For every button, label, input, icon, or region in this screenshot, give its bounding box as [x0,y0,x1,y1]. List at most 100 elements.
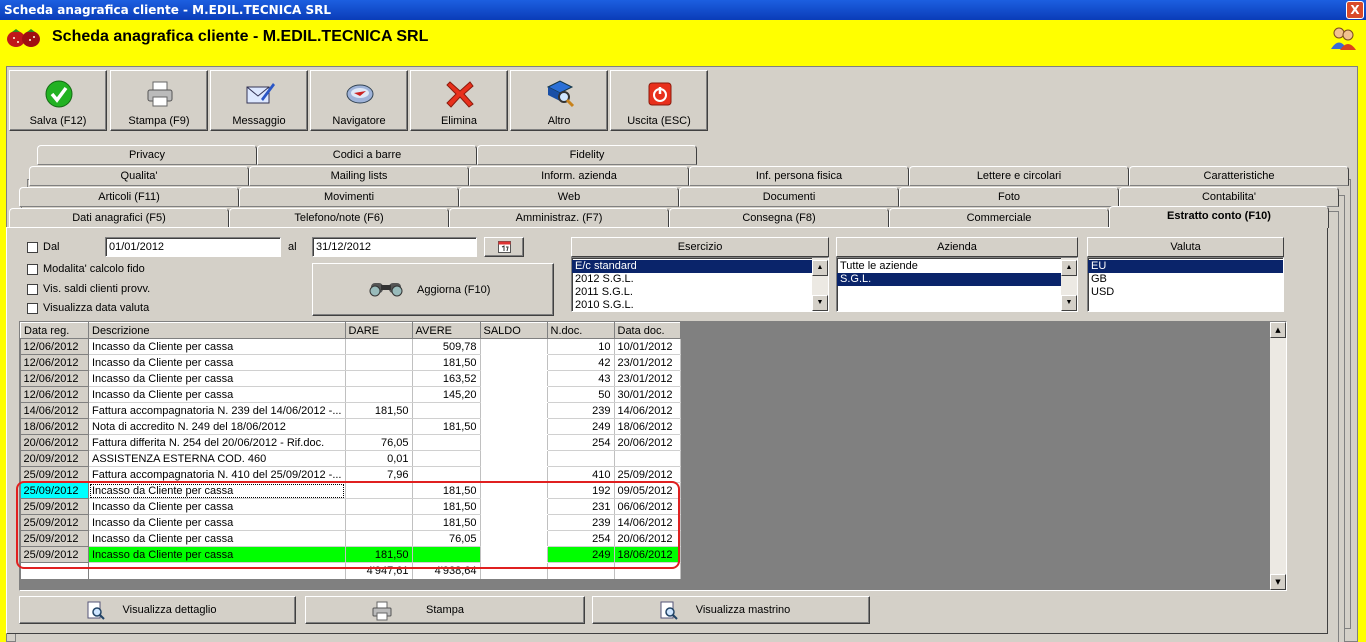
cell-saldo[interactable] [480,530,548,547]
table-row[interactable]: 12/06/2012 Incasso da Cliente per cassa 16… [20,370,681,387]
tab-foto[interactable]: Foto [899,187,1119,207]
scroll-up-arrow-icon[interactable]: ▲ [1061,260,1077,276]
cell-saldo[interactable] [480,386,548,403]
cell-ndoc[interactable]: 192 [547,482,615,499]
table-row[interactable]: 25/09/2012 Incasso da Cliente per cassa 76… [20,530,681,547]
tab-codici-a-barre[interactable]: Codici a barre [257,145,477,165]
cell-ndoc[interactable]: 410 [547,466,615,483]
cell-ndoc[interactable]: 231 [547,498,615,515]
cell-data-reg[interactable]: 18/06/2012 [20,418,89,435]
cell-data-reg[interactable]: 20/06/2012 [20,434,89,451]
tab-dati-anagrafici[interactable]: Dati anagrafici (F5) [9,208,229,228]
table-row[interactable]: 14/06/2012 Fattura accompagnatoria N. 239… [20,402,681,419]
cell-data-doc[interactable]: 18/06/2012 [614,418,681,435]
tab-inform-azienda[interactable]: Inform. azienda [469,166,689,186]
other-button[interactable]: Altro [510,70,608,131]
esercizio-list[interactable]: E/c standard 2012 S.G.L. 2011 S.G.L. 201… [571,257,829,312]
esercizio-item[interactable]: E/c standard [572,260,812,273]
cell-avere[interactable]: 163,52 [412,370,481,387]
dal-checkbox[interactable] [27,242,38,253]
exit-button[interactable]: Uscita (ESC) [610,70,708,131]
cell-dare[interactable] [345,370,413,387]
cell-avere[interactable] [412,450,481,467]
tab-qualita[interactable]: Qualita' [29,166,249,186]
col-header-avere[interactable]: AVERE [411,322,481,339]
table-row[interactable]: 20/06/2012 Fattura differita N. 254 del 2… [20,434,681,451]
cell-data-doc[interactable]: 30/01/2012 [614,386,681,403]
cell-ndoc[interactable]: 254 [547,530,615,547]
cell-data-doc[interactable]: 10/01/2012 [614,338,681,355]
vis-data-valuta-checkbox[interactable] [27,303,38,314]
cell-data-reg[interactable]: 14/06/2012 [20,402,89,419]
table-row[interactable]: 25/09/2012 Incasso da Cliente per cassa 18… [20,546,681,563]
cell-data-doc[interactable]: 14/06/2012 [614,402,681,419]
cell-dare[interactable] [345,386,413,403]
table-row[interactable]: 25/09/2012 Incasso da Cliente per cassa 18… [20,514,681,531]
cell-avere[interactable] [412,402,481,419]
cell-data-reg[interactable]: 25/09/2012 [20,530,89,547]
visualizza-mastrino-button[interactable]: Visualizza mastrino [592,596,870,624]
esercizio-item[interactable]: 2011 S.G.L. [572,286,812,299]
cell-saldo[interactable] [480,370,548,387]
cell-data-doc[interactable]: 14/06/2012 [614,514,681,531]
cell-descrizione[interactable]: Incasso da Cliente per cassa [88,530,346,547]
cell-saldo[interactable] [480,338,548,355]
aggiorna-button[interactable]: Aggiorna (F10) [312,263,554,316]
table-row[interactable]: 20/09/2012 ASSISTENZA ESTERNA COD. 460 0,0… [20,450,681,467]
cell-saldo[interactable] [480,434,548,451]
table-row[interactable]: 25/09/2012 Incasso da Cliente per cassa 18… [20,498,681,515]
valuta-item[interactable]: USD [1088,286,1283,299]
tab-lettere-circolari[interactable]: Lettere e circolari [909,166,1129,186]
scroll-up-arrow-icon[interactable]: ▲ [812,260,828,276]
cell-descrizione[interactable]: Nota di accredito N. 249 del 18/06/2012 [88,418,346,435]
cell-data-doc[interactable]: 23/01/2012 [614,354,681,371]
tab-web[interactable]: Web [459,187,679,207]
delete-button[interactable]: Elimina [410,70,508,131]
cell-dare[interactable]: 181,50 [345,402,413,419]
cell-saldo[interactable] [480,354,548,371]
cell-data-reg[interactable]: 12/06/2012 [20,370,89,387]
cell-dare[interactable]: 7,96 [345,466,413,483]
cell-saldo[interactable] [480,514,548,531]
tab-consegna[interactable]: Consegna (F8) [669,208,889,228]
cell-data-doc[interactable]: 23/01/2012 [614,370,681,387]
cell-data-reg[interactable]: 20/09/2012 [20,450,89,467]
cell-ndoc[interactable]: 239 [547,402,615,419]
cell-descrizione[interactable]: Incasso da Cliente per cassa [88,498,346,515]
tab-contabilita[interactable]: Contabilita' [1119,187,1339,207]
cell-avere[interactable]: 509,78 [412,338,481,355]
scroll-down-arrow-icon[interactable]: ▼ [812,295,828,311]
cell-ndoc[interactable]: 10 [547,338,615,355]
col-header-saldo[interactable]: SALDO [479,322,548,339]
cell-data-reg[interactable]: 25/09/2012 [20,466,89,483]
cell-ndoc[interactable]: 249 [547,418,615,435]
cell-avere[interactable] [412,434,481,451]
tab-amministraz[interactable]: Amministraz. (F7) [449,208,669,228]
date-from-input[interactable]: 01/01/2012 [105,237,281,257]
cell-descrizione[interactable]: Incasso da Cliente per cassa [88,338,346,355]
cell-dare[interactable] [345,498,413,515]
cell-ndoc[interactable]: 254 [547,434,615,451]
cell-avere[interactable]: 181,50 [412,482,481,499]
cell-data-reg[interactable]: 12/06/2012 [20,386,89,403]
tab-estratto-conto[interactable]: Estratto conto (F10) [1109,206,1329,228]
scroll-down-arrow-icon[interactable]: ▼ [1270,574,1286,590]
cell-data-doc[interactable]: 25/09/2012 [614,466,681,483]
cell-avere[interactable] [412,546,481,563]
cell-descrizione[interactable]: Incasso da Cliente per cassa [88,482,346,499]
cell-descrizione[interactable]: Fattura accompagnatoria N. 239 del 14/06… [88,402,346,419]
cell-saldo[interactable] [480,450,548,467]
cell-data-doc[interactable]: 06/06/2012 [614,498,681,515]
cell-data-doc[interactable]: 20/06/2012 [614,434,681,451]
table-row[interactable]: 25/09/2012 Fattura accompagnatoria N. 410… [20,466,681,483]
scroll-up-arrow-icon[interactable]: ▲ [1270,322,1286,338]
cell-avere[interactable]: 181,50 [412,498,481,515]
cell-saldo[interactable] [480,498,548,515]
table-row[interactable]: 12/06/2012 Incasso da Cliente per cassa 50… [20,338,681,355]
tab-telefono-note[interactable]: Telefono/note (F6) [229,208,449,228]
cell-dare[interactable] [345,530,413,547]
tab-privacy[interactable]: Privacy [37,145,257,165]
cell-ndoc[interactable]: 239 [547,514,615,531]
cell-avere[interactable]: 145,20 [412,386,481,403]
cell-avere[interactable]: 181,50 [412,514,481,531]
